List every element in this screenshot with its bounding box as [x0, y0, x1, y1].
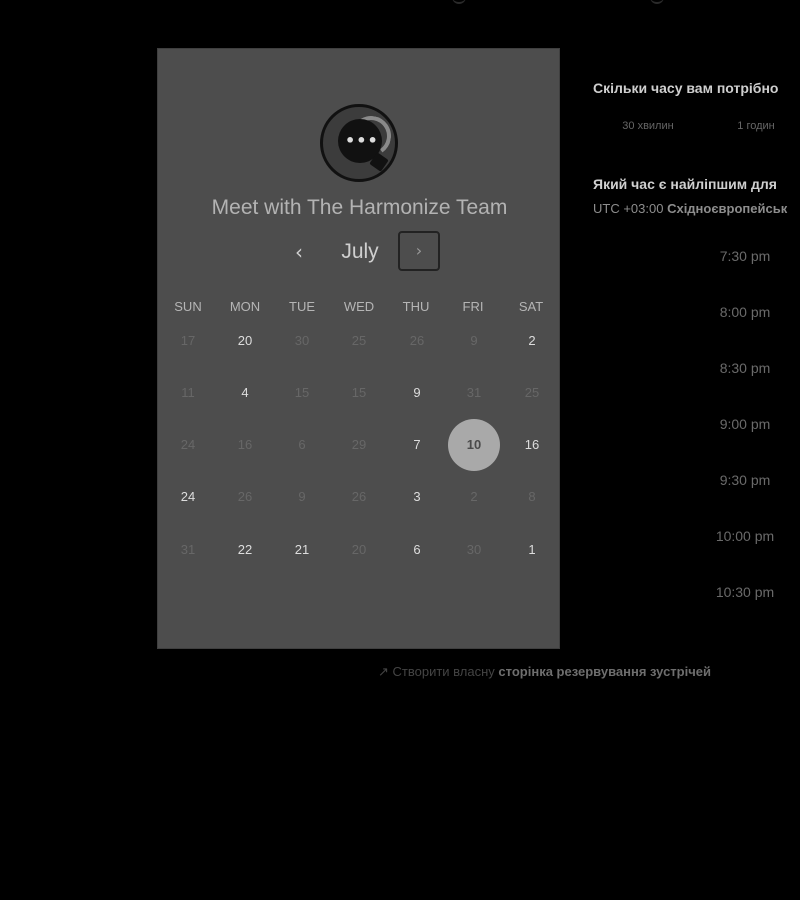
month-label: July — [341, 240, 379, 263]
time-slot[interactable]: 9:00 pm — [690, 416, 800, 432]
calendar-day: 26 — [351, 489, 367, 504]
weekday-tue: TUE — [289, 299, 315, 314]
weekday-fri: FRI — [462, 299, 484, 314]
duration-option-1-hour[interactable]: 1 годин — [711, 120, 800, 132]
duration-question: Скільки часу вам потрібно — [593, 80, 779, 96]
meeting-title: Meet with The Harmonize Team — [211, 196, 508, 219]
weekday-sat: SAT — [518, 299, 544, 314]
calendar-day: 29 — [351, 437, 367, 452]
calendar-day: 15 — [294, 385, 310, 400]
calendar-day: 30 — [294, 333, 310, 348]
calendar-day: 31 — [466, 385, 482, 400]
weekday-wed: WED — [343, 299, 375, 314]
calendar-day-selected[interactable]: 10 — [448, 419, 500, 471]
time-question: Який час є найліпшим для — [593, 176, 777, 192]
time-slot[interactable]: 10:30 pm — [690, 584, 800, 600]
timezone-selector[interactable]: UTC +03:00 Східноєвропейськ — [593, 201, 787, 216]
calendar-day: 8 — [528, 489, 536, 504]
booking-card: ••• Meet with The Harmonize Team ‹ July … — [157, 48, 560, 649]
weekday-sun: SUN — [174, 299, 202, 314]
calendar-day[interactable]: 4 — [219, 367, 271, 419]
calendar-day: 17 — [180, 333, 196, 348]
calendar-day: 26 — [237, 489, 253, 504]
calendar-day: 15 — [351, 385, 367, 400]
calendar-day: 26 — [409, 333, 425, 348]
timezone-offset: UTC +03:00 — [593, 201, 664, 216]
calendar-day: 25 — [351, 333, 367, 348]
time-slot[interactable]: 10:00 pm — [690, 528, 800, 544]
calendar-day[interactable]: 21 — [276, 524, 328, 576]
calendar-day[interactable]: 16 — [506, 419, 558, 471]
top-fragment-right — [650, 0, 664, 4]
calendar-day: 9 — [298, 489, 306, 504]
calendar-day[interactable]: 9 — [391, 367, 443, 419]
chat-logo-icon: ••• — [320, 104, 398, 182]
time-slot[interactable]: 9:30 pm — [690, 472, 800, 488]
next-month-button[interactable]: › — [398, 231, 440, 271]
time-slot[interactable]: 8:30 pm — [690, 360, 800, 376]
calendar-day[interactable]: 24 — [162, 471, 214, 523]
weekday-thu: THU — [402, 299, 430, 314]
time-slot[interactable]: 7:30 pm — [690, 248, 800, 264]
create-booking-page-link[interactable]: сторінка резервування зустрічей — [498, 664, 711, 679]
footer-create-page: ↗ Створити власну сторінка резервування … — [378, 664, 711, 680]
time-slot[interactable]: 8:00 pm — [690, 304, 800, 320]
footer-prefix: Створити власну — [392, 664, 495, 679]
calendar-day: 2 — [470, 489, 478, 504]
timezone-name: Східноєвропейськ — [667, 201, 788, 216]
weekday-mon: MON — [229, 299, 261, 314]
logo-dots: ••• — [345, 131, 379, 150]
calendar-day[interactable]: 2 — [506, 315, 558, 367]
calendar-day: 6 — [298, 437, 306, 452]
calendar-day[interactable]: 1 — [506, 524, 558, 576]
calendar-day: 9 — [470, 333, 478, 348]
calendar-day: 30 — [466, 542, 482, 557]
calendar-day[interactable]: 22 — [219, 524, 271, 576]
external-link-icon: ↗ — [378, 664, 389, 679]
top-fragment-left — [452, 0, 466, 4]
calendar-day: 20 — [351, 542, 367, 557]
calendar-day: 16 — [237, 437, 253, 452]
duration-option-30-min[interactable]: 30 хвилин — [603, 120, 693, 132]
calendar-day[interactable]: 7 — [391, 419, 443, 471]
calendar-day: 31 — [180, 542, 196, 557]
calendar-day[interactable]: 6 — [391, 524, 443, 576]
calendar-day: 25 — [524, 385, 540, 400]
calendar-day[interactable]: 20 — [219, 315, 271, 367]
prev-month-button[interactable]: ‹ — [284, 237, 314, 267]
calendar-day: 24 — [180, 437, 196, 452]
calendar-day: 11 — [181, 385, 195, 400]
calendar-day[interactable]: 3 — [391, 471, 443, 523]
